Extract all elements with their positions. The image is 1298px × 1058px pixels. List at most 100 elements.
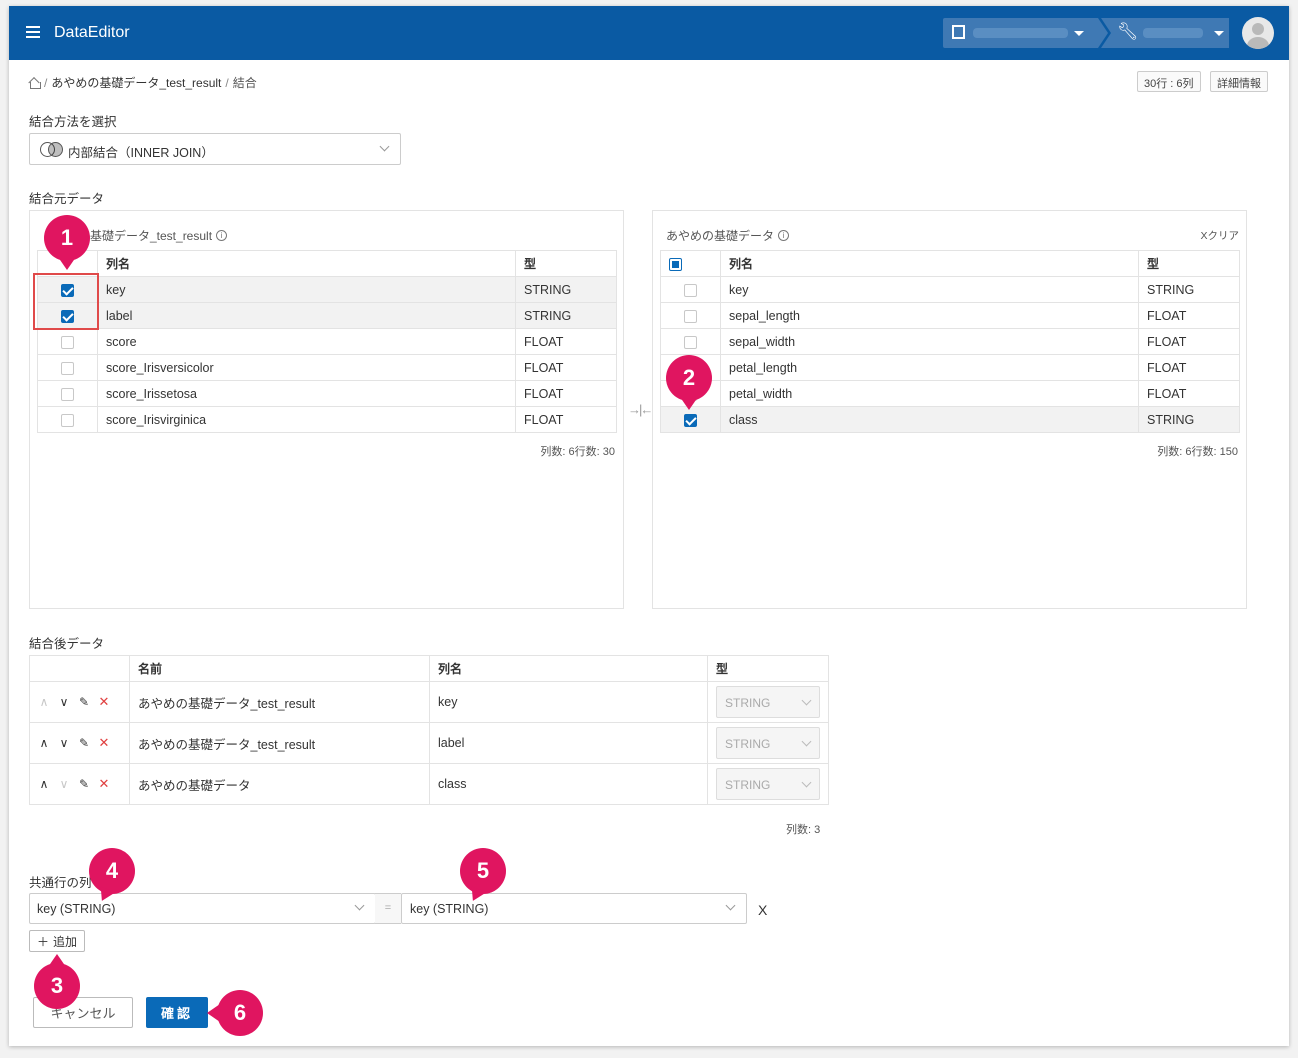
column-name: score_Irissetosa xyxy=(97,380,516,407)
column-type: FLOAT xyxy=(1138,380,1240,407)
move-down-icon[interactable]: ∨ xyxy=(58,777,70,791)
left-key-select[interactable]: key (STRING) xyxy=(29,893,376,924)
column-type: STRING xyxy=(515,276,617,303)
column-row[interactable]: label STRING xyxy=(37,302,617,329)
confirm-button[interactable]: 確認 xyxy=(146,997,208,1028)
column-checkbox[interactable] xyxy=(61,361,74,375)
delete-icon[interactable]: ✕ xyxy=(98,694,110,710)
column-checkbox[interactable] xyxy=(684,413,697,427)
column-row[interactable]: key STRING xyxy=(660,276,1240,303)
column-row[interactable]: score_Irisversicolor FLOAT xyxy=(37,354,617,381)
move-up-icon[interactable]: ∧ xyxy=(38,736,50,750)
type-header: 型 xyxy=(1138,250,1240,277)
join-method-value: 内部結合（INNER JOIN） xyxy=(68,146,214,160)
caret-down-icon xyxy=(1074,31,1084,36)
name-header: 名前 xyxy=(129,655,430,682)
row-action-group: ∧ ∨ ✎ ✕ xyxy=(38,776,121,792)
chevron-down-icon xyxy=(379,141,390,152)
edit-icon[interactable]: ✎ xyxy=(78,777,90,791)
column-row[interactable]: petal_width FLOAT xyxy=(660,380,1240,407)
column-checkbox[interactable] xyxy=(684,309,697,323)
details-button[interactable]: 詳細情報 xyxy=(1210,71,1268,92)
checkbox-cell xyxy=(37,328,98,355)
type-select[interactable]: STRING xyxy=(716,686,820,718)
column-row[interactable]: petal_length FLOAT xyxy=(660,354,1240,381)
add-button[interactable]: ＋ 追加 xyxy=(29,930,85,952)
result-row: ∧ ∨ ✎ ✕ あやめの基礎データ class STRING xyxy=(29,763,829,805)
select-all-checkbox[interactable] xyxy=(669,257,682,271)
actions-header xyxy=(29,655,130,682)
column-checkbox[interactable] xyxy=(61,335,74,349)
source-section-label: 結合元データ xyxy=(29,192,105,206)
column-checkbox[interactable] xyxy=(684,283,697,297)
breadcrumb-current: 結合 xyxy=(232,76,257,90)
home-icon[interactable] xyxy=(29,78,41,89)
column-row[interactable]: score FLOAT xyxy=(37,328,617,355)
step-marker-3: 3 xyxy=(34,954,80,1009)
column-row[interactable]: key STRING xyxy=(37,276,617,303)
row-actions: ∧ ∨ ✎ ✕ xyxy=(29,763,130,805)
column-row[interactable]: class STRING xyxy=(660,406,1240,433)
size-chip: 30行 : 6列 xyxy=(1137,71,1201,92)
breadcrumb-dataset[interactable]: あやめの基礎データ_test_result xyxy=(51,74,221,91)
column-checkbox[interactable] xyxy=(61,413,74,427)
column-type: FLOAT xyxy=(515,328,617,355)
checkbox-cell xyxy=(660,328,721,355)
column-name: petal_width xyxy=(720,380,1139,407)
user-avatar[interactable] xyxy=(1242,17,1274,49)
column-type: FLOAT xyxy=(1138,302,1240,329)
app-title: DataEditor xyxy=(54,24,130,41)
result-row: ∧ ∨ ✎ ✕ あやめの基礎データ_test_result key STRING xyxy=(29,681,829,723)
step-marker-5: 5 xyxy=(460,848,506,894)
tool-select[interactable]: 🔧︎ xyxy=(1101,18,1229,48)
column-checkbox[interactable] xyxy=(684,335,697,349)
result-row: ∧ ∨ ✎ ✕ あやめの基礎データ_test_result label STRING xyxy=(29,722,829,764)
clear-button[interactable]: Xクリア xyxy=(1200,228,1239,243)
chevron-down-icon xyxy=(801,736,812,747)
delete-icon[interactable]: ✕ xyxy=(98,776,110,792)
edit-icon[interactable]: ✎ xyxy=(78,736,90,750)
type-header: 型 xyxy=(707,655,829,682)
remove-key-button[interactable]: X xyxy=(758,902,767,918)
add-button-label: 追加 xyxy=(53,934,78,949)
column-checkbox[interactable] xyxy=(61,387,74,401)
menu-icon[interactable] xyxy=(26,26,40,38)
column-name: petal_length xyxy=(720,354,1139,381)
move-up-icon[interactable]: ∧ xyxy=(38,695,50,709)
highlight-box xyxy=(33,273,99,330)
column-name: sepal_length xyxy=(720,302,1139,329)
building-icon xyxy=(952,25,965,39)
step-marker-2: 2 xyxy=(666,355,712,410)
right-key-select[interactable]: key (STRING) xyxy=(401,893,747,924)
left-source-panel: 基礎データ_test_result i 列名 型 key STRING label S… xyxy=(29,210,624,609)
column-row[interactable]: sepal_width FLOAT xyxy=(660,328,1240,355)
join-method-select[interactable]: 内部結合（INNER JOIN） xyxy=(29,133,401,165)
chevron-down-icon xyxy=(725,900,736,911)
info-icon[interactable]: i xyxy=(778,230,790,241)
common-row-label: 共通行の列 xyxy=(29,876,92,890)
column-row[interactable]: score_Irissetosa FLOAT xyxy=(37,380,617,407)
type-header: 型 xyxy=(515,250,617,277)
chevron-down-icon xyxy=(354,900,365,911)
column-row[interactable]: sepal_length FLOAT xyxy=(660,302,1240,329)
edit-icon[interactable]: ✎ xyxy=(78,695,90,709)
type-value: STRING xyxy=(725,737,771,751)
info-icon[interactable]: i xyxy=(216,230,228,241)
move-down-icon[interactable]: ∨ xyxy=(58,695,70,709)
column-name: score_Irisversicolor xyxy=(97,354,516,381)
type-select[interactable]: STRING xyxy=(716,768,820,800)
column-type: FLOAT xyxy=(515,406,617,433)
workspace-select[interactable] xyxy=(943,18,1098,48)
delete-icon[interactable]: ✕ xyxy=(98,735,110,751)
type-select[interactable]: STRING xyxy=(716,727,820,759)
column-name-header: 列名 xyxy=(720,250,1139,277)
move-up-icon[interactable]: ∧ xyxy=(38,777,50,791)
result-count: 列数: 3 xyxy=(786,824,821,836)
move-down-icon[interactable]: ∨ xyxy=(58,736,70,750)
column-row[interactable]: score_Irisvirginica FLOAT xyxy=(37,406,617,433)
type-value: STRING xyxy=(725,778,771,792)
checkbox-cell xyxy=(660,302,721,329)
left-key-value: key (STRING) xyxy=(37,902,116,916)
checkbox-cell xyxy=(37,354,98,381)
app-window: DataEditor 🔧︎ / あやめの基礎データ_test_result / … xyxy=(9,6,1289,1046)
